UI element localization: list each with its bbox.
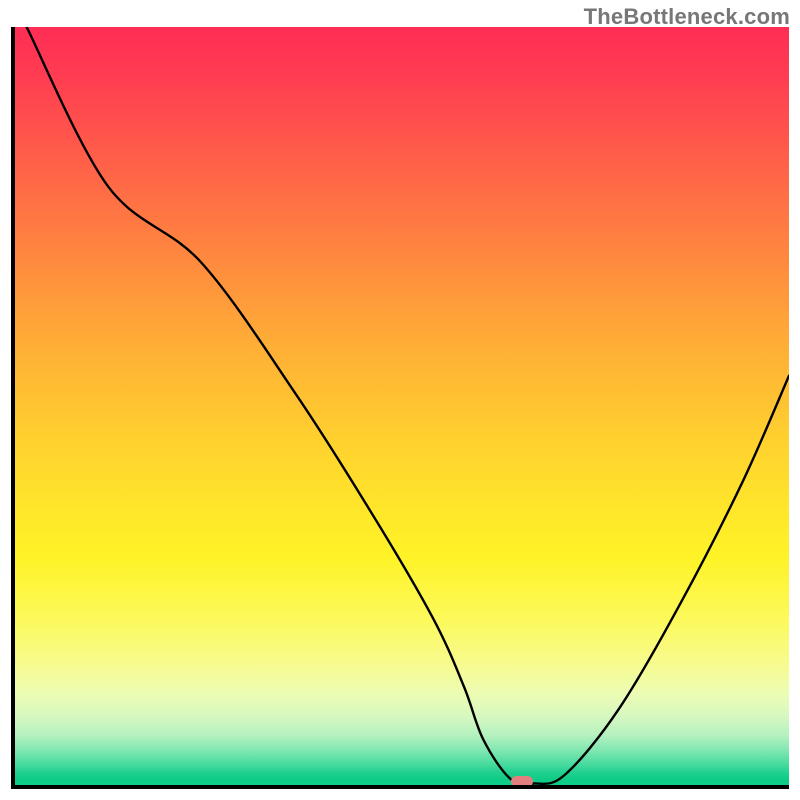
watermark-text: TheBottleneck.com — [584, 4, 790, 30]
axes — [11, 27, 789, 789]
chart-frame: TheBottleneck.com — [0, 0, 800, 800]
